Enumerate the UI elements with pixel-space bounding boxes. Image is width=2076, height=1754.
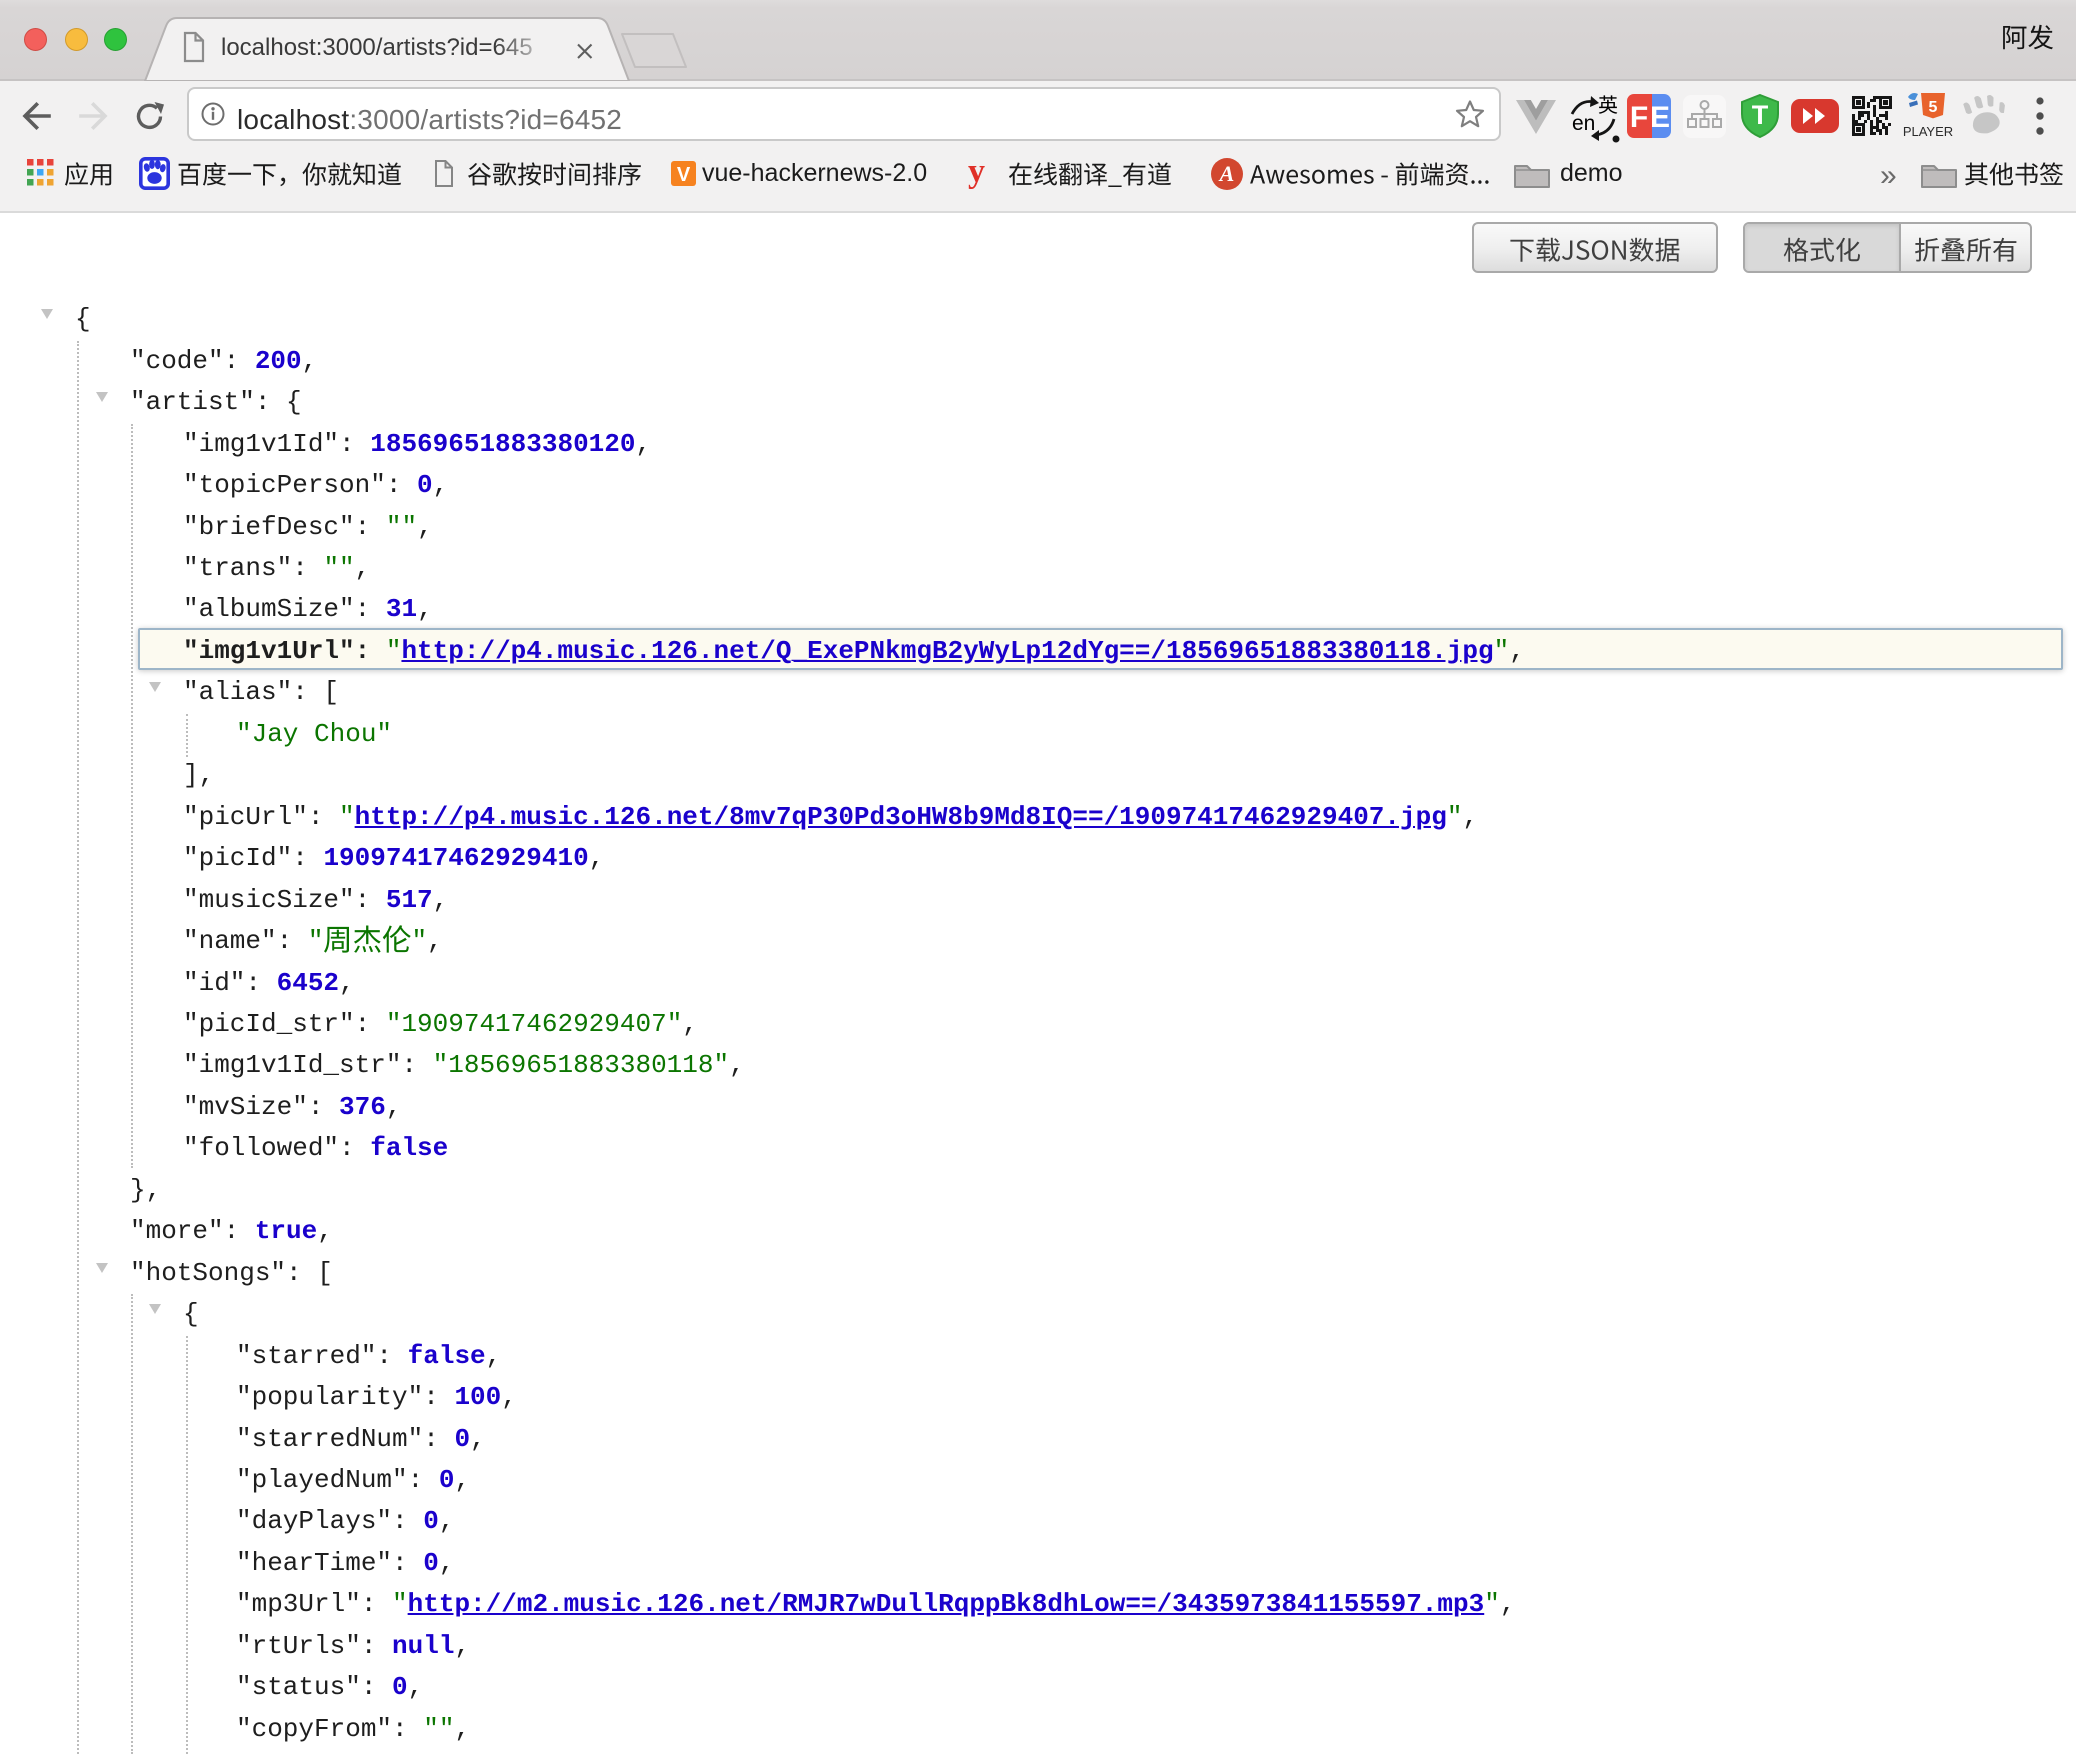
svg-text:V: V bbox=[677, 164, 691, 186]
svg-text:E: E bbox=[1650, 101, 1670, 134]
svg-text:5: 5 bbox=[1929, 99, 1938, 116]
svg-text:F: F bbox=[1630, 101, 1648, 134]
svg-text:T: T bbox=[1752, 100, 1769, 130]
svg-text:PLAYER: PLAYER bbox=[1903, 124, 1953, 139]
svg-text:A: A bbox=[1218, 161, 1235, 186]
